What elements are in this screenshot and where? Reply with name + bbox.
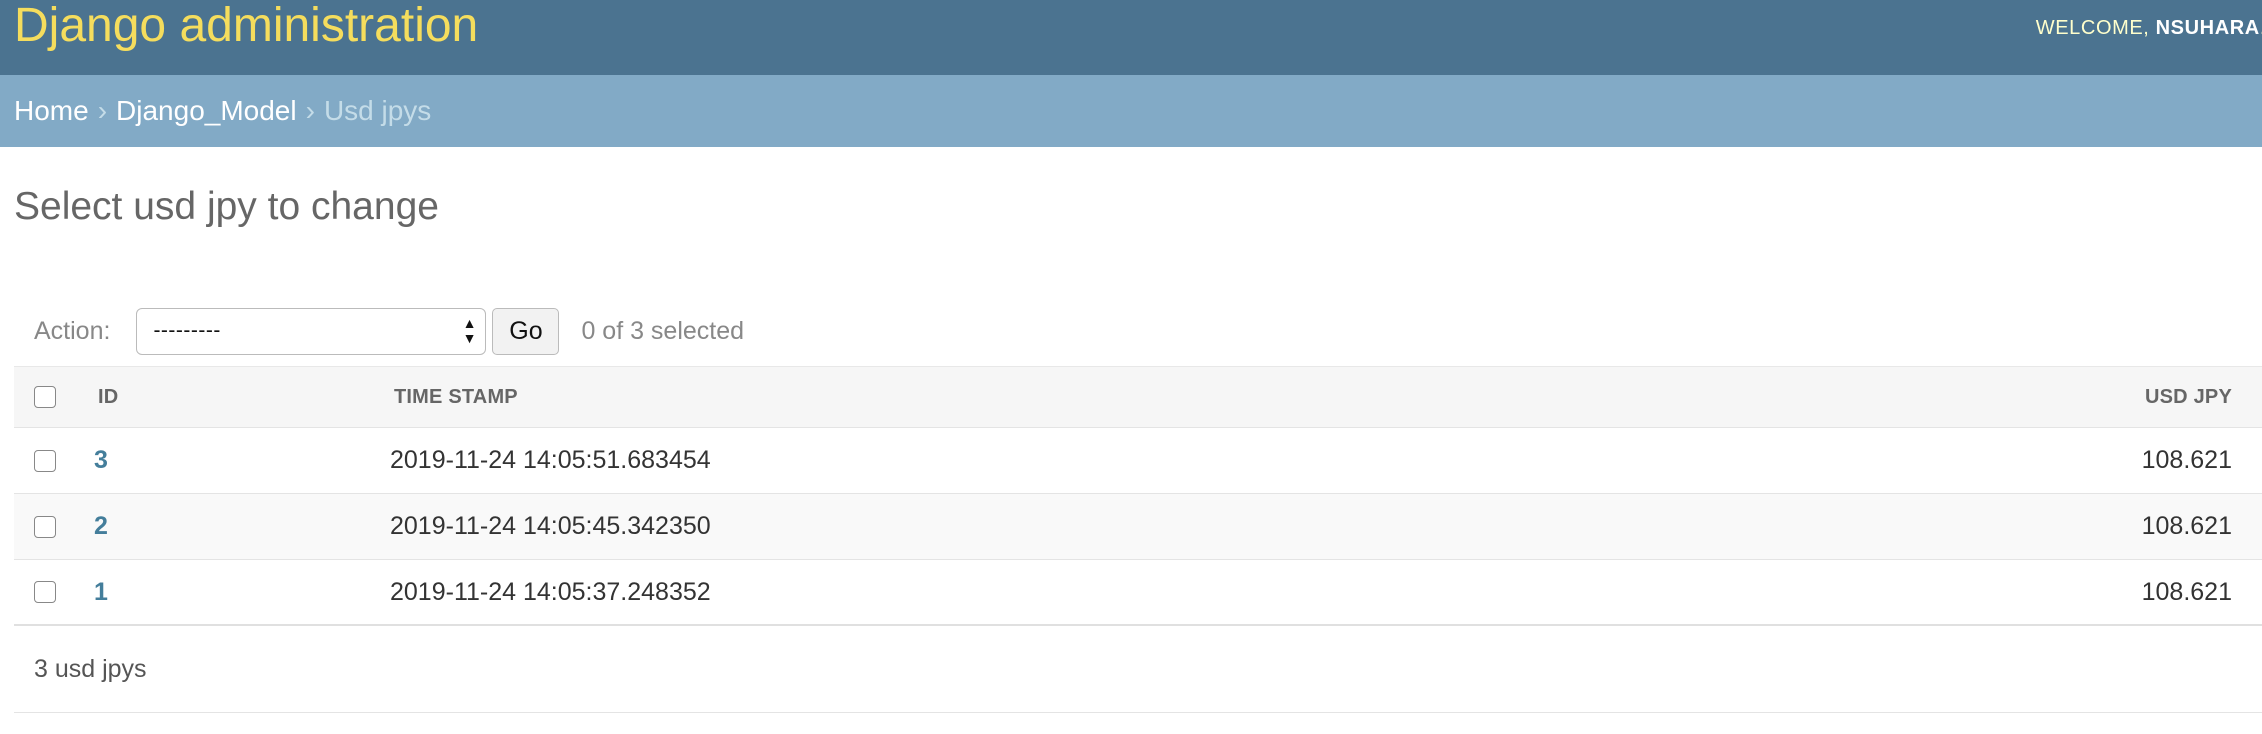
breadcrumb: Home › Django_Model › Usd jpys: [0, 75, 2262, 147]
row-id-link[interactable]: 1: [94, 578, 108, 607]
column-header-usd-jpy[interactable]: USD JPY: [2145, 386, 2232, 409]
action-counter: 0 of 3 selected: [581, 316, 745, 345]
row-id-link[interactable]: 3: [94, 446, 108, 475]
row-usd-jpy: 108.621: [2141, 446, 2232, 474]
row-checkbox[interactable]: [34, 515, 56, 538]
row-time-stamp: 2019-11-24 14:05:45.342350: [390, 512, 711, 540]
table-header-row: ID TIME STAMP USD JPY: [14, 366, 2262, 428]
up-down-arrows-icon: ▲ ▼: [462, 314, 477, 346]
breadcrumb-separator: ›: [305, 95, 315, 126]
column-header-id[interactable]: ID: [98, 386, 118, 409]
action-select-value: ---------: [153, 318, 221, 342]
breadcrumb-home-link[interactable]: Home: [14, 95, 89, 127]
paginator: 3 usd jpys: [14, 627, 2262, 713]
username: NSUHARA: [2155, 17, 2260, 39]
row-time-stamp: 2019-11-24 14:05:51.683454: [390, 446, 711, 474]
result-table: ID TIME STAMP USD JPY 3 2019-11-24 14:05…: [14, 366, 2262, 626]
site-header: Django administration WELCOME, NSUHARA.: [0, 0, 2262, 75]
welcome-text: WELCOME,: [2035, 17, 2156, 39]
site-title-link[interactable]: Django administration: [14, 0, 478, 52]
row-checkbox[interactable]: [34, 449, 56, 472]
user-tools: WELCOME, NSUHARA.: [2036, 17, 2262, 40]
action-select[interactable]: --------- ▲ ▼: [136, 307, 487, 355]
table-row: 2 2019-11-24 14:05:45.342350 108.621: [14, 494, 2262, 560]
row-usd-jpy: 108.621: [2141, 512, 2232, 540]
select-all-checkbox[interactable]: [34, 386, 56, 408]
table-row: 3 2019-11-24 14:05:51.683454 108.621: [14, 428, 2262, 494]
result-count: 3 usd jpys: [34, 655, 147, 683]
breadcrumb-current: Usd jpys: [323, 95, 432, 126]
action-label: Action:: [34, 316, 111, 345]
breadcrumb-separator: ›: [97, 95, 108, 126]
go-button[interactable]: Go: [492, 307, 560, 355]
actions-bar: Action: --------- ▲ ▼ Go 0 of 3 selected: [14, 296, 2262, 366]
row-time-stamp: 2019-11-24 14:05:37.248352: [390, 577, 711, 606]
row-usd-jpy: 108.621: [2141, 577, 2232, 606]
row-id-link[interactable]: 2: [94, 512, 108, 541]
breadcrumb-app-link[interactable]: Django_Model: [116, 95, 297, 127]
page-title: Select usd jpy to change: [14, 185, 439, 228]
table-row: 1 2019-11-24 14:05:37.248352 108.621: [14, 560, 2262, 626]
column-header-time-stamp[interactable]: TIME STAMP: [394, 386, 518, 409]
row-checkbox[interactable]: [34, 581, 56, 603]
